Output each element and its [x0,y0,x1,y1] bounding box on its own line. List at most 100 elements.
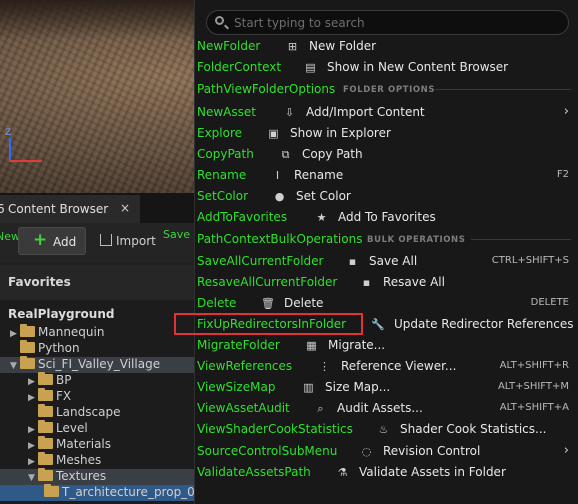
save-command-label: Save [163,228,191,241]
command-name: NewFolder [197,39,261,53]
source-control-icon: ◌ [361,445,372,458]
menu-item-delete[interactable]: Delete 🗑 Delete DELETE [195,293,578,314]
references-icon: ⋮ [319,360,330,373]
menu-item-shader-cook-statistics[interactable]: ViewShaderCookStatistics ♨ Shader Cook S… [195,419,578,440]
new-command-label: New [0,230,20,243]
tree-item[interactable]: ▶ BP [0,372,200,389]
menu-search-input[interactable] [234,14,554,31]
menu-item-label: Validate Assets in Folder [359,465,506,479]
star-icon: ★ [316,211,327,224]
menu-item-copy-path[interactable]: CopyPath ⧉ Copy Path [195,144,578,165]
menu-item-label: Show in New Content Browser [327,60,509,74]
collapse-arrow-icon[interactable]: ▼ [10,361,20,371]
menu-item-revision-control[interactable]: SourceControlSubMenu ◌ Revision Control … [195,441,578,462]
command-name: ViewSizeMap [197,380,276,394]
wrench-icon: 🔧 [371,318,385,331]
tree-item-label: Materials [56,437,112,451]
sizemap-icon: ▥ [303,381,314,394]
expand-arrow-icon[interactable]: ▶ [28,457,38,467]
section-header: BULK OPERATIONS [367,235,466,245]
x-axis-gizmo [10,160,42,162]
menu-item-save-all[interactable]: SaveAllCurrentFolder ▪ Save All CTRL+SHI… [195,251,578,272]
tree-item[interactable]: ▶ Meshes [0,452,200,469]
shortcut-label: ALT+SHIFT+M [497,381,569,392]
tree-item-label: Sci_FI_Valley_Village [38,357,161,371]
tree-item[interactable]: Landscape [0,404,200,421]
menu-item-label: Resave All [383,275,445,289]
expand-arrow-icon[interactable]: ▶ [10,329,20,339]
tree-item[interactable]: ▶ Materials [0,436,200,453]
add-button[interactable]: + Add [18,227,86,255]
menu-item-label: Copy Path [302,147,363,161]
tree-item[interactable]: Python [0,340,200,357]
rename-icon: Ⅰ [275,169,280,182]
menu-item-rename[interactable]: Rename Ⅰ Rename F2 [195,165,578,186]
command-name: PathViewFolderOptions [197,82,336,96]
tree-item[interactable]: ▶ Level [0,420,200,437]
migrate-icon: ▦ [306,339,317,352]
favorites-label: Favorites [8,275,71,289]
tree-item-label: Meshes [56,453,102,467]
import-icon [100,234,112,246]
menu-item-add-import-content[interactable]: NewAsset ⇩ Add/Import Content › [195,102,578,123]
content-browser-tab[interactable]: 6 Content Browser × [0,195,140,223]
tree-item[interactable]: ▼ Textures [0,468,200,485]
menu-item-new-folder[interactable]: NewFolder ⊞ New Folder [195,36,578,57]
menu-item-migrate[interactable]: MigrateFolder ▦ Migrate... [195,335,578,356]
folder-icon [38,452,53,465]
command-name: AddToFavorites [197,210,288,224]
tab-number: 6 [0,202,5,216]
menu-item-label: Rename [294,168,344,182]
collapse-arrow-icon[interactable]: ▼ [28,473,38,483]
folder-icon [38,468,53,481]
expand-arrow-icon[interactable]: ▶ [28,393,38,403]
tree-item-selected[interactable]: T_architecture_prop_02 [0,484,203,501]
tab-close-icon[interactable]: × [120,201,130,215]
menu-item-validate-assets[interactable]: ValidateAssetsPath ⚗ Validate Assets in … [195,462,578,483]
resave-icon: ▪ [362,276,371,289]
command-name: SaveAllCurrentFolder [197,254,324,268]
tree-item[interactable]: ▶ Mannequin [0,324,200,341]
tree-item[interactable]: ▼ Sci_FI_Valley_Village [0,356,200,373]
highlight-box [174,313,363,335]
shortcut-label: DELETE [530,297,569,308]
import-button[interactable]: Import [100,234,156,248]
expand-arrow-icon[interactable]: ▶ [28,377,38,387]
add-button-label: Add [53,235,77,249]
shortcut-label: F2 [556,169,569,180]
menu-item-audit-assets[interactable]: ViewAssetAudit ⌕ Audit Assets... ALT+SHI… [195,398,578,419]
tree-item-label: BP [56,373,72,387]
menu-item-label: Add/Import Content [306,105,425,119]
z-axis-gizmo [9,138,11,162]
shortcut-label: CTRL+SHIFT+S [491,255,569,266]
expand-arrow-icon[interactable]: ▶ [28,441,38,451]
section-header: FOLDER OPTIONS [343,85,436,95]
command-name: ViewReferences [197,359,293,373]
tab-title: Content Browser [8,202,109,216]
menu-search-box[interactable] [206,10,569,35]
menu-section-folder-options: PathViewFolderOptions FOLDER OPTIONS [195,79,578,100]
command-name: FolderContext [197,60,282,74]
tree-item[interactable]: ▶ FX [0,388,200,405]
favorites-section[interactable]: Favorites [0,265,200,299]
menu-item-resave-all[interactable]: ResaveAllCurrentFolder ▪ Resave All [195,272,578,293]
folder-icon [20,340,35,353]
folder-icon [38,436,53,449]
tree-item-label: FX [56,389,72,403]
menu-item-show-in-explorer[interactable]: Explore ▣ Show in Explorer [195,123,578,144]
audit-icon: ⌕ [317,402,324,415]
menu-item-size-map[interactable]: ViewSizeMap ▥ Size Map... ALT+SHIFT+M [195,377,578,398]
menu-item-reference-viewer[interactable]: ViewReferences ⋮ Reference Viewer... ALT… [195,356,578,377]
expand-arrow-icon[interactable]: ▶ [28,425,38,435]
search-icon [215,16,224,25]
tree-root-realplayground[interactable]: RealPlayground [8,307,114,321]
tree-item-label: T_architecture_prop_02 [62,485,203,499]
menu-item-show-in-new-content-browser[interactable]: FolderContext ▤ Show in New Content Brow… [195,57,578,78]
z-axis-label: Z [5,128,12,138]
menu-item-label: Reference Viewer... [341,359,457,373]
menu-item-set-color[interactable]: SetColor ● Set Color [195,186,578,207]
new-folder-icon: ⊞ [287,40,298,53]
content-browser-tabbar: 6 Content Browser × [0,193,200,223]
command-name: SetColor [197,189,249,203]
menu-item-add-to-favorites[interactable]: AddToFavorites ★ Add To Favorites [195,207,578,228]
